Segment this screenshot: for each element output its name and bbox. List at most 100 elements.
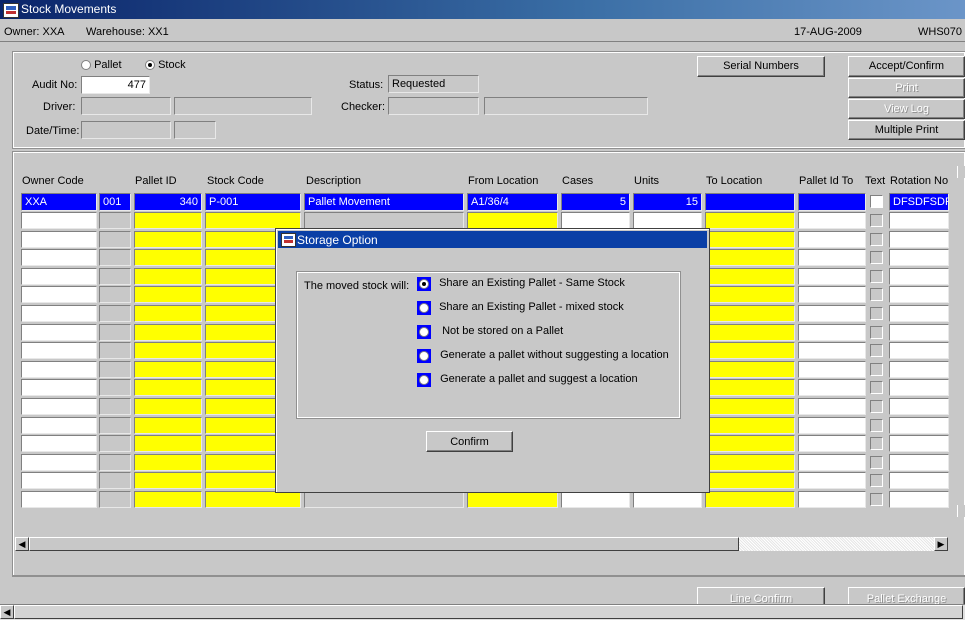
checker-name-field[interactable] <box>484 97 648 115</box>
grid-cell[interactable] <box>705 435 795 453</box>
vscroll-down[interactable] <box>957 505 965 517</box>
grid-cell[interactable] <box>99 286 131 304</box>
grid-cell[interactable] <box>889 398 949 415</box>
grid-cell[interactable] <box>134 453 202 471</box>
view-log-button[interactable]: View Log <box>848 99 965 119</box>
dialog-titlebar[interactable]: Storage Option <box>278 231 707 248</box>
confirm-button[interactable]: Confirm <box>426 431 513 452</box>
grid-cell[interactable] <box>99 472 131 490</box>
grid-cell[interactable] <box>705 379 795 397</box>
grid-cell[interactable] <box>798 212 866 229</box>
grid-cell[interactable] <box>889 379 949 397</box>
grid-cell[interactable] <box>705 491 795 508</box>
grid-cell[interactable] <box>705 249 795 267</box>
grid-cell[interactable] <box>21 212 97 229</box>
grid-cell[interactable] <box>889 249 949 267</box>
grid-cell[interactable] <box>889 360 949 378</box>
row-text-checkbox[interactable] <box>870 455 883 469</box>
grid-cell[interactable] <box>134 286 202 304</box>
grid-cell[interactable] <box>633 212 702 229</box>
grid-cell[interactable] <box>21 286 97 304</box>
grid-cell[interactable] <box>889 435 949 453</box>
grid-cell[interactable] <box>705 323 795 341</box>
grid-cell[interactable] <box>798 360 866 378</box>
grid-cell[interactable] <box>705 305 795 322</box>
grid-cell[interactable] <box>99 342 131 360</box>
grid-cell[interactable] <box>21 342 97 360</box>
row1-units[interactable]: 15 <box>633 193 702 211</box>
scroll-track[interactable] <box>739 537 934 551</box>
option-generate-no-location[interactable]: Generate a pallet without suggesting a l… <box>417 349 669 366</box>
row-text-checkbox[interactable] <box>870 400 883 413</box>
time-field[interactable] <box>174 121 216 139</box>
grid-cell[interactable] <box>889 305 949 322</box>
row1-description[interactable]: Pallet Movement <box>304 193 464 211</box>
grid-cell[interactable] <box>467 491 558 508</box>
audit-no-field[interactable]: 477 <box>81 76 150 94</box>
row1-seq[interactable]: 001 <box>99 193 131 211</box>
grid-cell[interactable] <box>21 323 97 341</box>
date-field[interactable] <box>81 121 171 139</box>
grid-cell[interactable] <box>705 230 795 248</box>
grid-cell[interactable] <box>134 472 202 490</box>
grid-cell[interactable] <box>134 212 202 229</box>
grid-cell[interactable] <box>798 249 866 267</box>
grid-cell[interactable] <box>21 472 97 490</box>
grid-cell[interactable] <box>798 453 866 471</box>
window-titlebar[interactable]: Stock Movements <box>0 0 965 19</box>
row-text-checkbox[interactable] <box>870 362 883 376</box>
grid-cell[interactable] <box>705 286 795 304</box>
grid-cell[interactable] <box>21 305 97 322</box>
grid-cell[interactable] <box>99 416 131 434</box>
grid-cell[interactable] <box>889 416 949 434</box>
grid-cell[interactable] <box>889 323 949 341</box>
option-no-pallet[interactable]: Not be stored on a Pallet <box>417 325 563 342</box>
grid-cell[interactable] <box>134 342 202 360</box>
option-generate-suggest-location[interactable]: Generate a pallet and suggest a location <box>417 373 638 390</box>
grid-cell[interactable] <box>134 249 202 267</box>
grid-cell[interactable] <box>705 267 795 285</box>
option-mixed-stock-radio[interactable] <box>417 301 431 315</box>
row-text-checkbox[interactable] <box>870 418 883 432</box>
scroll-thumb[interactable] <box>29 537 739 551</box>
grid-cell[interactable] <box>705 212 795 229</box>
row-text-checkbox[interactable] <box>870 214 883 227</box>
grid-cell[interactable] <box>889 472 949 490</box>
grid-cell[interactable] <box>304 212 464 229</box>
grid-cell[interactable] <box>889 342 949 360</box>
grid-cell[interactable] <box>134 379 202 397</box>
row-text-checkbox[interactable] <box>870 437 883 451</box>
radio-stock[interactable]: Stock <box>145 59 186 71</box>
option-no-pallet-radio[interactable] <box>417 325 431 339</box>
option-same-stock-radio[interactable] <box>417 277 431 291</box>
grid-cell[interactable] <box>705 416 795 434</box>
row-text-checkbox[interactable] <box>870 493 883 506</box>
grid-cell[interactable] <box>798 435 866 453</box>
scroll-left-button[interactable]: ◀ <box>15 537 29 551</box>
grid-cell[interactable] <box>134 398 202 415</box>
grid-cell[interactable] <box>798 305 866 322</box>
multiple-print-button[interactable]: Multiple Print <box>848 120 965 140</box>
window-hscrollbar[interactable]: ◀ <box>0 604 965 620</box>
driver-code-field[interactable] <box>81 97 171 115</box>
grid-cell[interactable] <box>889 230 949 248</box>
grid-cell[interactable] <box>467 212 558 229</box>
row-text-checkbox[interactable] <box>870 269 883 283</box>
grid-cell[interactable] <box>21 230 97 248</box>
checker-code-field[interactable] <box>388 97 479 115</box>
grid-cell[interactable] <box>99 453 131 471</box>
grid-cell[interactable] <box>134 416 202 434</box>
grid-cell[interactable] <box>21 435 97 453</box>
grid-cell[interactable] <box>633 491 702 508</box>
grid-cell[interactable] <box>99 379 131 397</box>
grid-cell[interactable] <box>798 379 866 397</box>
grid-cell[interactable] <box>705 472 795 490</box>
grid-cell[interactable] <box>889 267 949 285</box>
radio-pallet-circle[interactable] <box>81 60 91 71</box>
grid-cell[interactable] <box>99 435 131 453</box>
row1-pallet-id-to[interactable] <box>798 193 866 211</box>
row-text-checkbox[interactable] <box>870 344 883 358</box>
grid-cell[interactable] <box>21 249 97 267</box>
vscroll-up[interactable] <box>957 166 965 178</box>
radio-stock-circle[interactable] <box>145 60 155 71</box>
